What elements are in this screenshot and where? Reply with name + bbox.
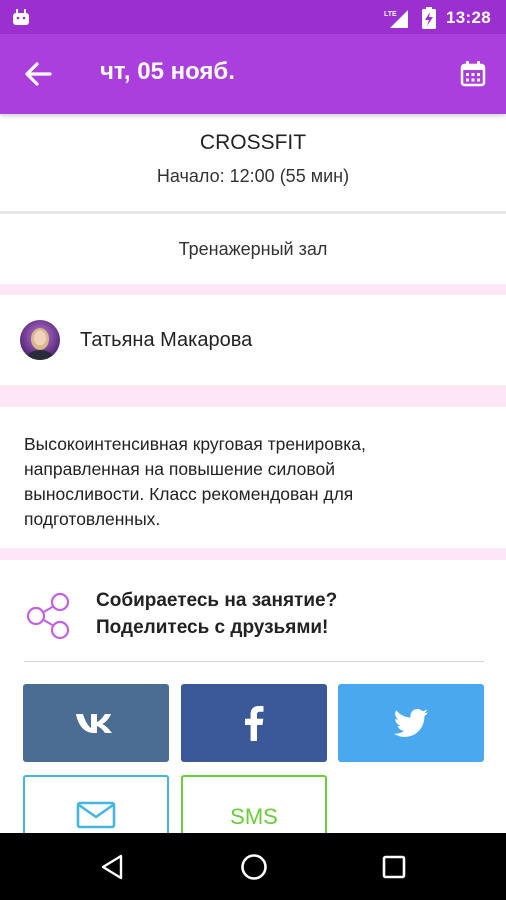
- section-separator: [0, 548, 506, 560]
- trainer-name: Татьяна Макарова: [80, 329, 253, 351]
- arrow-back-icon[interactable]: [24, 61, 52, 87]
- page-title: чт, 05 нояб.: [100, 58, 235, 85]
- description-line: выносливости. Класс рекомендован для: [24, 484, 354, 504]
- class-start-time: Начало: 12:00 (55 мин): [156, 166, 350, 186]
- description-line: Высокоинтенсивная круговая тренировка,: [24, 434, 366, 454]
- envelope-icon: [76, 801, 116, 829]
- android-icon: [13, 9, 29, 25]
- class-description: Высокоинтенсивная круговая тренировка, н…: [24, 432, 484, 532]
- nav-recents-icon[interactable]: [382, 855, 406, 879]
- trainer-row[interactable]: Татьяна Макарова: [0, 295, 506, 387]
- share-title-line2: Поделитесь с друзьями!: [96, 617, 329, 638]
- sms-label: SMS: [230, 804, 278, 829]
- share-twitter-button[interactable]: [338, 684, 484, 762]
- avatar: [20, 320, 60, 360]
- system-nav-bar: [0, 833, 506, 900]
- divider: [0, 211, 506, 214]
- share-sms-button[interactable]: SMS: [181, 775, 327, 837]
- nav-home-icon[interactable]: [240, 853, 268, 881]
- share-prompt: Собираетесь на занятие? Поделитесь с дру…: [0, 568, 506, 662]
- section-separator: [0, 284, 506, 295]
- room-name: Тренажерный зал: [178, 239, 328, 259]
- facebook-icon: [245, 706, 264, 741]
- class-info: CROSSFIT Начало: 12:00 (55 мин): [0, 114, 506, 212]
- description-line: направленная на повышение силовой: [24, 459, 336, 479]
- status-time: 13:28: [446, 8, 491, 27]
- share-nodes-icon: [26, 592, 70, 640]
- app-bar: чт, 05 нояб.: [0, 34, 506, 114]
- lte-signal-icon: LTE: [384, 10, 408, 28]
- share-title-line1: Собираетесь на занятие?: [96, 590, 338, 611]
- divider: [24, 661, 484, 662]
- battery-charging-icon: [422, 7, 436, 29]
- status-bar: LTE 13:28: [0, 0, 506, 34]
- share-email-button[interactable]: [23, 775, 169, 837]
- class-name: CROSSFIT: [199, 131, 307, 154]
- room-section: Тренажерный зал: [0, 215, 506, 283]
- share-facebook-button[interactable]: [181, 684, 327, 762]
- section-separator: [0, 385, 506, 407]
- calendar-icon[interactable]: [459, 60, 487, 88]
- nav-back-icon[interactable]: [100, 854, 124, 880]
- vk-icon: [76, 714, 112, 733]
- description-line: подготовленных.: [24, 509, 161, 529]
- share-vk-button[interactable]: [23, 684, 169, 762]
- twitter-icon: [394, 709, 428, 737]
- svg-text:LTE: LTE: [384, 11, 397, 18]
